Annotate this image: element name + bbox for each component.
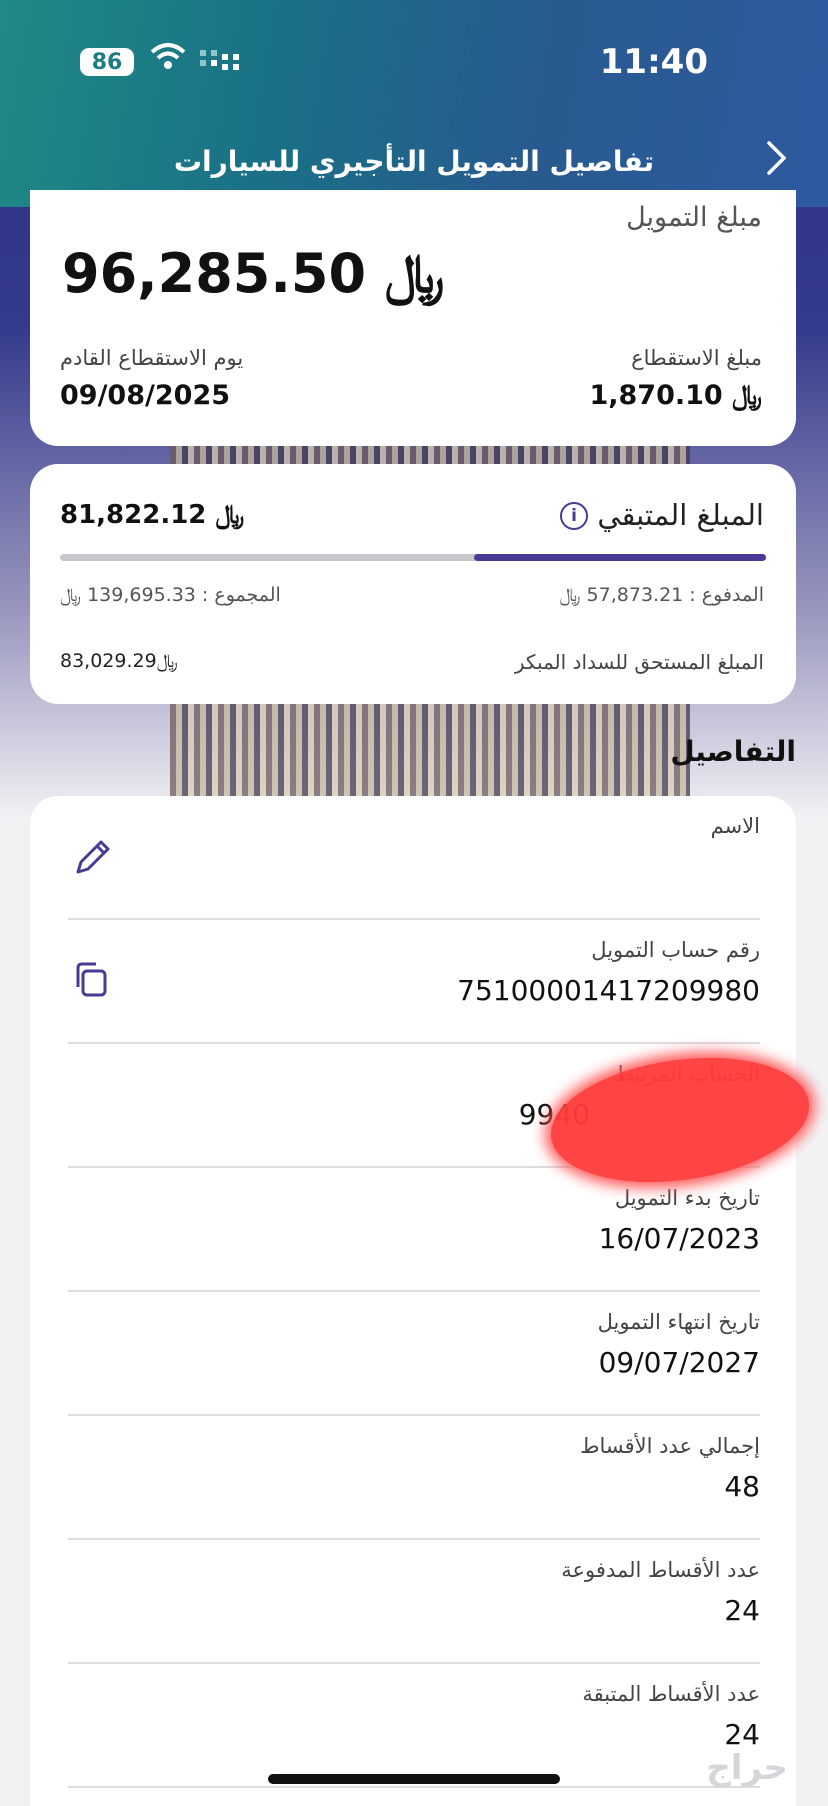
background-stripes — [170, 704, 690, 796]
riyal-icon: ﷼ — [215, 500, 245, 530]
next-deduction-date: 09/08/2025 — [60, 380, 231, 411]
detail-row-start-date: تاريخ بدء التمويل 16/07/2023 — [68, 1168, 760, 1292]
detail-row-end-date: تاريخ انتهاء التمويل 09/07/2027 — [68, 1292, 760, 1416]
home-indicator[interactable] — [268, 1774, 560, 1784]
status-bar: 86 11:40 — [0, 40, 828, 82]
riyal-icon: ﷼ — [384, 242, 445, 305]
battery-icon: 86 — [80, 48, 134, 76]
financing-amount-card: مبلغ التمويل ﷼ 96,285.50 مبلغ الاستقطاع … — [30, 190, 796, 446]
header: 86 11:40 تفاصيل التمويل التأجيري للسيارا… — [0, 0, 828, 207]
detail-label: الاسم — [710, 814, 760, 838]
deduction-amount: ﷼ 1,870.10 — [589, 380, 762, 411]
total-text: المجموع : 139,695.33 ﷼ — [60, 584, 281, 606]
detail-value: 24 — [724, 1594, 760, 1627]
early-payoff-label: المبلغ المستحق للسداد المبكر — [514, 650, 764, 674]
early-payoff-amount: ﷼83,029.29 — [60, 650, 178, 672]
detail-label: تاريخ انتهاء التمويل — [597, 1310, 760, 1334]
paid-text: المدفوع : 57,873.21 ﷼ — [559, 584, 764, 606]
next-deduction-label: يوم الاستقطاع القادم — [60, 346, 244, 370]
detail-label: عدد الأقساط المدفوعة — [561, 1558, 760, 1582]
detail-label: رقم حساب التمويل — [591, 938, 760, 962]
details-card: الاسم رقم حساب التمويل 7510000141720998​… — [30, 796, 796, 1806]
remaining-label: المبلغ المتبقي — [597, 498, 764, 532]
detail-label: عدد الأقساط المتبقة — [582, 1682, 760, 1706]
copy-icon[interactable] — [68, 956, 118, 1006]
detail-row-name: الاسم — [68, 796, 760, 920]
financing-amount: ﷼ 96,285.50 — [62, 242, 445, 305]
background-stripes — [170, 446, 690, 464]
detail-value: 16/07/2023 — [598, 1222, 760, 1255]
remaining-amount-card: المبلغ المتبقي i ﷼ 81,822.12 المدفوع : 5… — [30, 464, 796, 704]
signal-icon — [198, 46, 242, 81]
detail-row-total-installments: إجمالي عدد الأقساط 48 — [68, 1416, 760, 1540]
financing-amount-label: مبلغ التمويل — [626, 202, 762, 233]
detail-value: 48 — [724, 1470, 760, 1503]
detail-label: تاريخ بدء التمويل — [614, 1186, 760, 1210]
info-icon[interactable]: i — [560, 502, 588, 530]
remaining-amount: ﷼ 81,822.12 — [60, 500, 245, 530]
clock: 11:40 — [599, 42, 708, 82]
detail-value: 24 — [724, 1718, 760, 1751]
watermark: حراج — [706, 1748, 788, 1788]
riyal-icon: ﷼ — [732, 380, 762, 411]
pencil-icon[interactable] — [68, 832, 118, 882]
page-title: تفاصيل التمويل التأجيري للسيارات — [173, 145, 655, 178]
back-chevron-icon[interactable] — [766, 140, 788, 186]
detail-row-account: رقم حساب التمويل 7510000141720998​0 — [68, 920, 760, 1044]
deduction-label: مبلغ الاستقطاع — [631, 346, 762, 370]
riyal-icon: ﷼ — [60, 584, 82, 606]
paid-progress-fill — [473, 554, 766, 561]
divider — [68, 1786, 760, 1788]
detail-value: 7510000141720998​0 — [457, 974, 760, 1007]
detail-row-paid-installments: عدد الأقساط المدفوعة 24 — [68, 1540, 760, 1664]
wifi-icon — [150, 42, 186, 80]
riyal-icon: ﷼ — [559, 584, 581, 606]
detail-value: 09/07/2027 — [598, 1346, 760, 1379]
detail-row-remaining-installments: عدد الأقساط المتبقة 24 — [68, 1664, 760, 1788]
details-title: التفاصيل — [670, 735, 796, 768]
riyal-icon: ﷼ — [156, 650, 178, 672]
detail-label: إجمالي عدد الأقساط — [580, 1434, 760, 1458]
paid-progress-bar — [60, 554, 766, 561]
